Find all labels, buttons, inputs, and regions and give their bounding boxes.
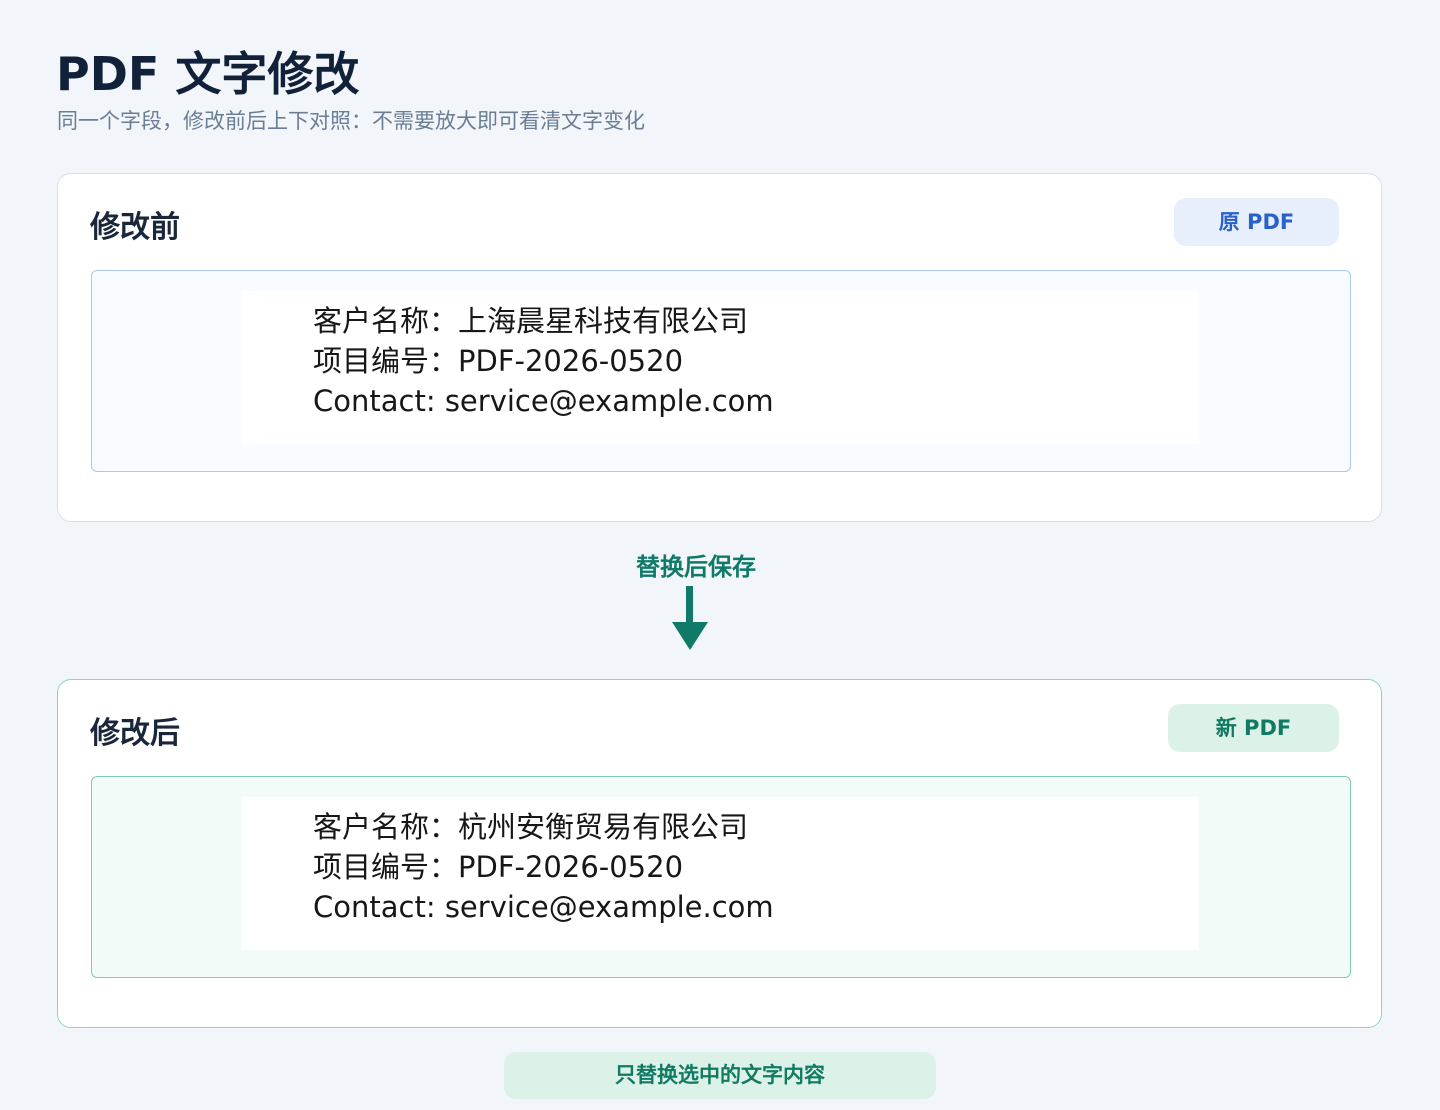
page-subtitle: 同一个字段，修改前后上下对照：不需要放大即可看清文字变化 xyxy=(57,109,645,133)
flow-label: 替换后保存 xyxy=(636,553,756,581)
before-customer-line: 客户名称：上海晨星科技有限公司 xyxy=(313,304,749,338)
after-panel-title: 修改后 xyxy=(90,716,180,751)
before-document-frame: 客户名称：上海晨星科技有限公司 项目编号：PDF-2026-0520 Conta… xyxy=(91,270,1351,472)
original-pdf-badge: 原 PDF xyxy=(1174,198,1339,246)
after-document-page: 客户名称：杭州安衡贸易有限公司 项目编号：PDF-2026-0520 Conta… xyxy=(241,797,1199,950)
after-project-line: 项目编号：PDF-2026-0520 xyxy=(313,850,684,884)
before-contact-line: Contact: service@example.com xyxy=(313,384,774,418)
after-contact-line: Contact: service@example.com xyxy=(313,890,774,924)
after-customer-line: 客户名称：杭州安衡贸易有限公司 xyxy=(313,810,749,844)
before-document-text: 客户名称：上海晨星科技有限公司 项目编号：PDF-2026-0520 Conta… xyxy=(313,301,774,421)
before-document-page: 客户名称：上海晨星科技有限公司 项目编号：PDF-2026-0520 Conta… xyxy=(241,291,1199,444)
before-project-line: 项目编号：PDF-2026-0520 xyxy=(313,344,684,378)
page-title: PDF 文字修改 xyxy=(56,47,360,101)
new-pdf-badge: 新 PDF xyxy=(1168,704,1339,752)
before-panel: 修改前 原 PDF 客户名称：上海晨星科技有限公司 项目编号：PDF-2026-… xyxy=(57,173,1382,522)
after-document-frame: 客户名称：杭州安衡贸易有限公司 项目编号：PDF-2026-0520 Conta… xyxy=(91,776,1351,978)
footer-note: 只替换选中的文字内容 xyxy=(504,1052,936,1099)
after-panel: 修改后 新 PDF 客户名称：杭州安衡贸易有限公司 项目编号：PDF-2026-… xyxy=(57,679,1382,1028)
before-panel-title: 修改前 xyxy=(90,210,180,245)
arrow-down-icon xyxy=(672,586,708,650)
after-document-text: 客户名称：杭州安衡贸易有限公司 项目编号：PDF-2026-0520 Conta… xyxy=(313,807,774,927)
